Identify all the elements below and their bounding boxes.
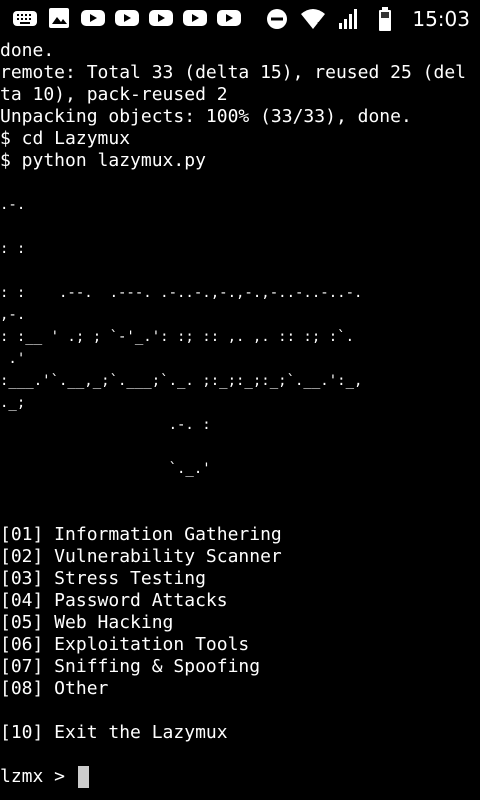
command-line: $ cd Lazymux	[0, 128, 131, 149]
menu-item: [08] Other	[0, 678, 109, 699]
ascii-banner-line	[0, 260, 480, 282]
youtube-icon	[114, 7, 140, 29]
signal-icon	[336, 8, 362, 30]
prompt-text: lzmx >	[0, 766, 76, 787]
clock: 15:03	[412, 7, 470, 31]
youtube-icon	[182, 7, 208, 29]
text-cursor[interactable]	[77, 766, 89, 788]
system-icons: ? 15:03	[264, 7, 470, 31]
youtube-icon	[216, 7, 242, 29]
output-line: done.	[0, 40, 55, 61]
ascii-banner-line: : :	[0, 241, 26, 257]
ascii-banner-line: .-.	[0, 197, 26, 213]
ascii-banner-line	[0, 436, 480, 458]
notification-icons	[12, 7, 242, 29]
menu-item: [05] Web Hacking	[0, 612, 174, 633]
ascii-banner-line: : :__ ' .; ; `-'_.': :; :: ,. ,. :: :; :…	[0, 329, 355, 345]
menu-item: [02] Vulnerability Scanner	[0, 546, 282, 567]
terminal-output[interactable]: done. remote: Total 33 (delta 15), reuse…	[0, 40, 480, 800]
ascii-banner-line: .'	[0, 351, 26, 367]
youtube-icon	[148, 7, 174, 29]
ascii-banner-line: :___.'`.__,_;`.___;`._. ;:_;:_;:_;`.__.'…	[0, 373, 363, 389]
ascii-banner-line: : : .--. .---. .-..-.,-.,-.,-..-..-..-.	[0, 285, 363, 301]
image-icon	[46, 7, 72, 29]
menu-item: [07] Sniffing & Spoofing	[0, 656, 261, 677]
ascii-banner-line: ._;	[0, 395, 26, 411]
wifi-icon: ?	[300, 8, 326, 30]
ascii-banner-line	[0, 216, 480, 238]
svg-text:?: ?	[317, 21, 321, 30]
battery-icon	[372, 7, 398, 31]
menu-item: [10] Exit the Lazymux	[0, 722, 228, 743]
command-line: $ python lazymux.py	[0, 150, 206, 171]
ascii-banner-line: `._.'	[0, 461, 211, 477]
menu-item: [06] Exploitation Tools	[0, 634, 250, 655]
menu-item: [01] Information Gathering	[0, 524, 282, 545]
do-not-disturb-icon	[264, 8, 290, 30]
status-bar: ? 15:03	[0, 0, 480, 38]
output-line: remote: Total 33 (delta 15), reused 25 (…	[0, 62, 466, 83]
youtube-icon	[80, 7, 106, 29]
menu-item: [04] Password Attacks	[0, 590, 228, 611]
output-line: Unpacking objects: 100% (33/33), done.	[0, 106, 412, 127]
keyboard-icon	[12, 7, 38, 29]
ascii-banner-line: ,-.	[0, 307, 26, 323]
ascii-banner-line: .-. :	[0, 417, 211, 433]
prompt-line[interactable]: lzmx >	[0, 766, 480, 788]
output-line: ta 10), pack-reused 2	[0, 84, 228, 105]
menu-item: [03] Stress Testing	[0, 568, 206, 589]
